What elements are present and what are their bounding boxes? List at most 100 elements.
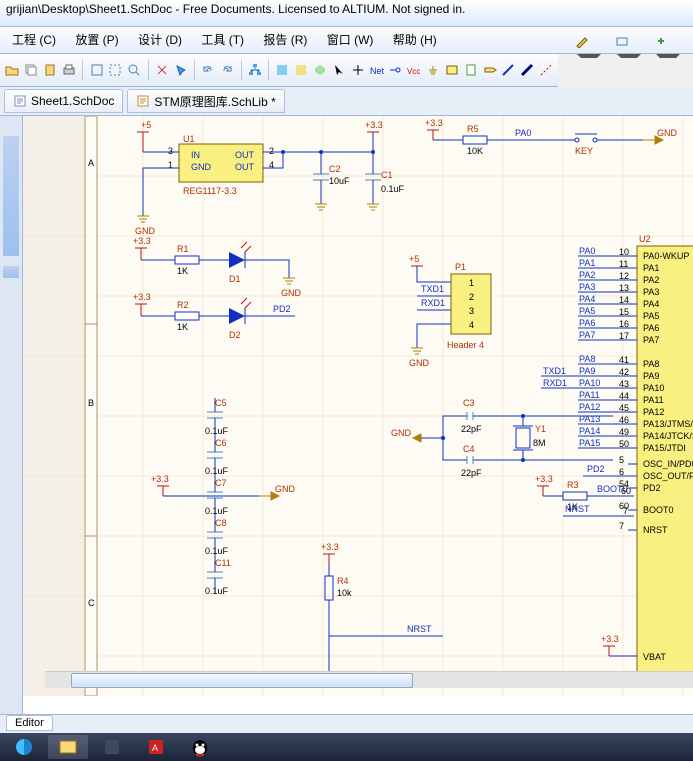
hierarchy-icon[interactable] — [246, 60, 263, 80]
left-panel[interactable] — [0, 116, 23, 734]
svg-text:22pF: 22pF — [461, 424, 482, 434]
cross-icon[interactable] — [349, 60, 366, 80]
svg-text:PA5: PA5 — [579, 306, 595, 316]
schematic-canvas[interactable]: A B C U1 IN OUT OUT GND REG1117-3.3 3 1 … — [23, 116, 693, 734]
bus-icon[interactable] — [519, 60, 536, 80]
svg-text:C11: C11 — [215, 558, 231, 568]
gnd-icon[interactable] — [425, 60, 442, 80]
svg-text:RXD1: RXD1 — [543, 378, 567, 388]
svg-text:2: 2 — [469, 292, 474, 302]
svg-text:PA11: PA11 — [643, 395, 664, 405]
svg-text:PD2: PD2 — [587, 464, 605, 474]
svg-text:4: 4 — [469, 320, 474, 330]
svg-text:+3.3: +3.3 — [425, 118, 443, 128]
svg-text:8M: 8M — [533, 438, 546, 448]
svg-text:REG1117-3.3: REG1117-3.3 — [183, 186, 237, 196]
taskbar-browser-icon[interactable] — [4, 735, 44, 759]
print-icon[interactable] — [60, 60, 77, 80]
zoom-sel-icon[interactable] — [126, 60, 143, 80]
taskbar-explorer-icon[interactable] — [48, 735, 88, 759]
redo-icon[interactable] — [219, 60, 236, 80]
svg-text:C5: C5 — [215, 398, 227, 408]
svg-text:R2: R2 — [177, 300, 189, 310]
svg-text:PD2: PD2 — [273, 304, 291, 314]
svg-text:R3: R3 — [567, 480, 579, 490]
menu-design[interactable]: 设计 (D) — [130, 29, 190, 50]
svg-text:+3.3: +3.3 — [365, 120, 383, 130]
menu-tools[interactable]: 工具 (T) — [193, 29, 252, 50]
svg-text:PD2: PD2 — [643, 483, 661, 493]
svg-text:PA15: PA15 — [579, 438, 600, 448]
svg-text:+3.3: +3.3 — [133, 236, 151, 246]
svg-text:Vcc: Vcc — [407, 67, 420, 76]
svg-text:A: A — [152, 743, 158, 753]
svg-text:6: 6 — [619, 467, 624, 477]
tab-schlib[interactable]: STM原理图库.SchLib * — [127, 89, 284, 113]
menu-report[interactable]: 报告 (R) — [255, 29, 315, 50]
copy-icon[interactable] — [23, 60, 40, 80]
tab-sheet1[interactable]: Sheet1.SchDoc — [4, 89, 123, 113]
pin-icon[interactable] — [387, 60, 404, 80]
port-icon[interactable] — [481, 60, 498, 80]
tab-editor[interactable]: Editor — [6, 715, 53, 731]
tool-b-icon[interactable] — [293, 60, 310, 80]
svg-text:B: B — [88, 398, 94, 408]
svg-text:KEY: KEY — [575, 146, 593, 156]
cut-icon[interactable] — [153, 60, 170, 80]
svg-text:PA3: PA3 — [643, 287, 659, 297]
svg-text:PA4: PA4 — [579, 294, 595, 304]
svg-text:R5: R5 — [467, 124, 479, 134]
svg-text:PA14: PA14 — [579, 426, 600, 436]
svg-text:+3.3: +3.3 — [321, 542, 339, 552]
net-icon[interactable]: Net — [368, 60, 385, 80]
svg-text:PA14/JTCK/SW: PA14/JTCK/SW — [643, 431, 693, 441]
svg-text:A: A — [88, 158, 94, 168]
paste-icon[interactable] — [42, 60, 59, 80]
tool-a-icon[interactable] — [274, 60, 291, 80]
schematic-svg: A B C U1 IN OUT OUT GND REG1117-3.3 3 1 … — [23, 116, 693, 696]
zoom-area-icon[interactable] — [107, 60, 124, 80]
svg-text:PA0: PA0 — [579, 246, 595, 256]
svg-text:54: 54 — [619, 479, 629, 489]
svg-text:Net: Net — [370, 66, 384, 76]
pencil-icon[interactable] — [566, 31, 602, 55]
vcc-icon[interactable]: Vcc — [406, 60, 423, 80]
svg-text:GND: GND — [191, 162, 212, 172]
svg-text:+5: +5 — [141, 120, 151, 130]
svg-text:D1: D1 — [229, 274, 241, 284]
svg-text:60: 60 — [619, 501, 629, 511]
zoom-fit-icon[interactable] — [88, 60, 105, 80]
svg-text:PA12: PA12 — [579, 402, 600, 412]
horizontal-scrollbar[interactable] — [45, 671, 693, 688]
menu-place[interactable]: 放置 (P) — [67, 29, 126, 50]
wire-icon[interactable] — [500, 60, 517, 80]
menu-project[interactable]: 工程 (C) — [4, 29, 64, 50]
title-bar: grijian\Desktop\Sheet1.SchDoc - Free Doc… — [0, 0, 693, 27]
svg-text:+5: +5 — [409, 254, 419, 264]
svg-text:PA2: PA2 — [579, 270, 595, 280]
nav-icon[interactable] — [645, 31, 681, 55]
svg-text:1K: 1K — [177, 322, 188, 332]
bottom-tabs: Editor — [0, 714, 693, 733]
svg-text:0.1uF: 0.1uF — [205, 426, 229, 436]
layer-icon[interactable] — [606, 31, 642, 55]
svg-text:0.1uF: 0.1uF — [205, 506, 229, 516]
undo-icon[interactable] — [200, 60, 217, 80]
svg-text:C3: C3 — [463, 398, 475, 408]
sheet-icon[interactable] — [462, 60, 479, 80]
cursor-icon[interactable] — [331, 60, 348, 80]
svg-text:C2: C2 — [329, 164, 341, 174]
taskbar-qq-icon[interactable] — [180, 735, 220, 759]
tool-c-icon[interactable] — [312, 60, 329, 80]
taskbar-pdf-icon[interactable]: A — [136, 735, 176, 759]
title-text: grijian\Desktop\Sheet1.SchDoc - Free Doc… — [6, 2, 465, 16]
svg-text:C: C — [88, 598, 95, 608]
menu-help[interactable]: 帮助 (H) — [385, 29, 445, 50]
menu-window[interactable]: 窗口 (W) — [319, 29, 382, 50]
taskbar-app1-icon[interactable] — [92, 735, 132, 759]
open-icon[interactable] — [4, 60, 21, 80]
dash-icon[interactable] — [538, 60, 555, 80]
select-icon[interactable] — [172, 60, 189, 80]
svg-text:NRST: NRST — [643, 525, 668, 535]
part-icon[interactable] — [444, 60, 461, 80]
